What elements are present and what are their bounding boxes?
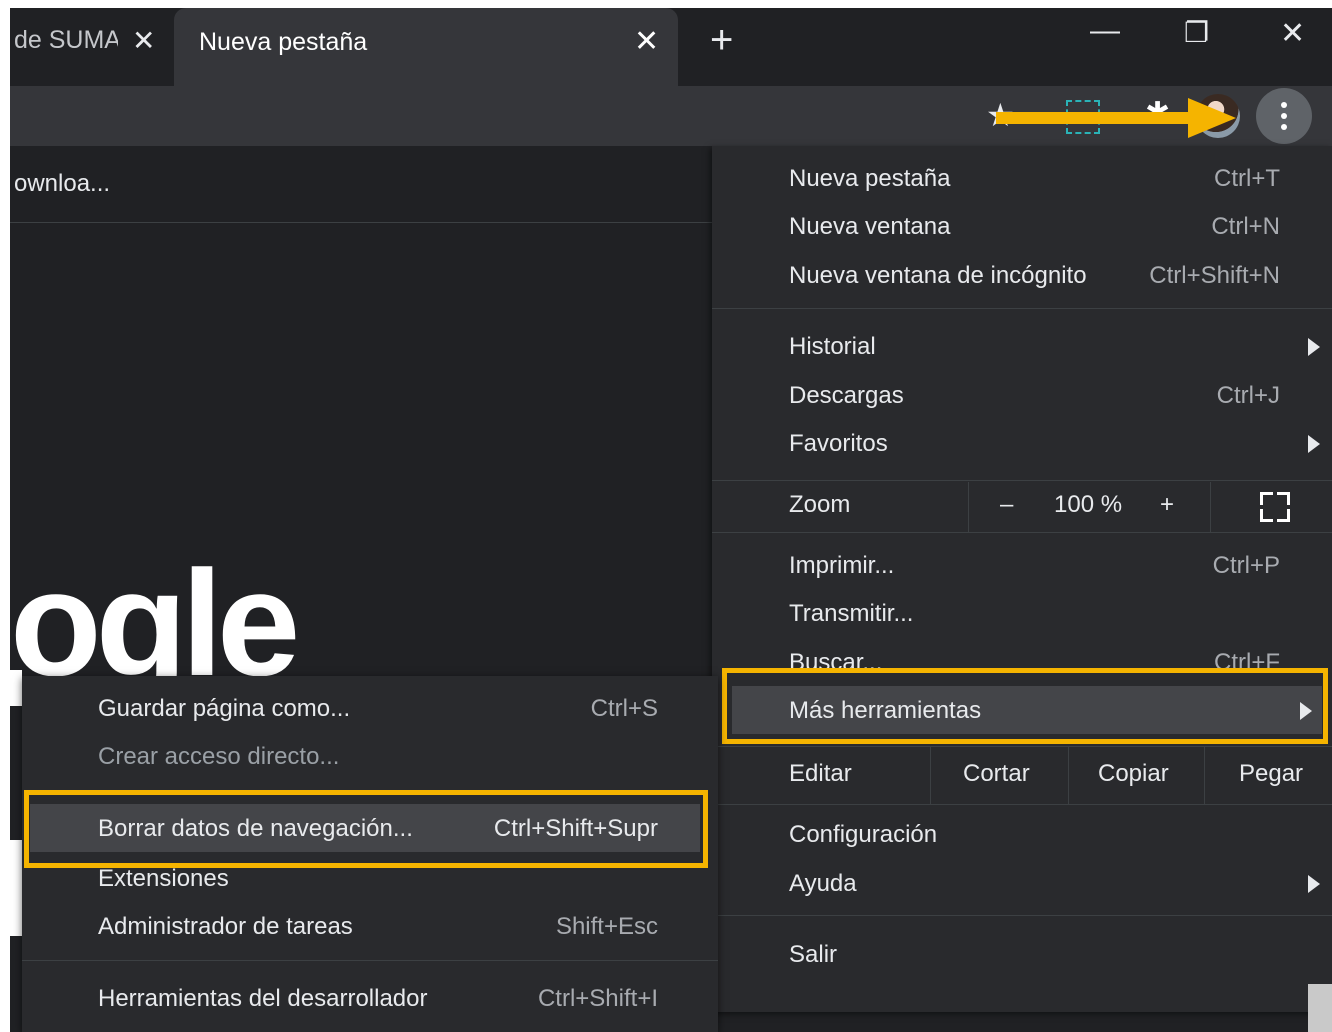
annotation-arrow-icon <box>996 98 1236 138</box>
menu-item-shortcut: Ctrl+J <box>1216 382 1280 409</box>
menu-item-shortcut: Ctrl+T <box>1214 165 1280 192</box>
submenu-item-label: Guardar página como... <box>98 695 351 722</box>
zoom-label: Zoom <box>789 491 851 518</box>
submenu-arrow-icon <box>1308 875 1320 893</box>
minimize-icon[interactable]: — <box>1090 14 1120 48</box>
menu-item-label: Descargas <box>789 382 904 409</box>
tabstrip-top-edge <box>10 0 1332 8</box>
bookmark-item[interactable]: ownloa... <box>14 170 110 198</box>
copy-button[interactable]: Copiar <box>1098 760 1169 788</box>
zoom-out-button[interactable]: – <box>1000 491 1013 519</box>
menu-item-new-tab[interactable]: Nueva pestaña Ctrl+T <box>712 156 1332 204</box>
paste-button[interactable]: Pegar <box>1239 760 1303 788</box>
menu-item-label: Nueva ventana <box>789 213 951 240</box>
menu-divider <box>712 480 1332 481</box>
menu-item-shortcut: Ctrl+Shift+N <box>1149 262 1280 289</box>
menu-item-label: Nueva pestaña <box>789 165 951 192</box>
submenu-item-task-manager[interactable]: Administrador de tareas Shift+Esc <box>22 904 718 952</box>
menu-item-label: Ayuda <box>789 870 857 897</box>
submenu-item-shortcut: Shift+Esc <box>555 913 658 940</box>
close-icon[interactable]: ✕ <box>634 24 659 59</box>
menu-divider <box>712 804 1332 805</box>
edit-label: Editar <box>789 760 852 787</box>
submenu-item-label: Extensiones <box>98 865 229 892</box>
submenu-item-developer-tools[interactable]: Herramientas del desarrollador Ctrl+Shif… <box>22 976 718 1024</box>
menu-divider <box>712 532 1332 533</box>
menu-item-bookmarks[interactable]: Favoritos <box>712 421 1332 469</box>
menu-item-shortcut: Ctrl+N <box>1211 213 1280 240</box>
submenu-item-extensions[interactable]: Extensiones <box>22 856 718 904</box>
restore-icon[interactable]: ❐ <box>1184 16 1209 49</box>
bookmarks-bar: ownloa... <box>10 146 712 223</box>
menu-item-settings[interactable]: Configuración <box>712 812 1332 860</box>
menu-item-new-window[interactable]: Nueva ventana Ctrl+N <box>712 204 1332 252</box>
menu-lower-section: Editar Cortar Copiar Pegar Configuración… <box>712 746 1332 1012</box>
submenu-divider <box>22 960 718 961</box>
menu-divider <box>712 308 1332 309</box>
tab-inactive[interactable]: de SUMA ✕ <box>10 8 170 76</box>
cut-button[interactable]: Cortar <box>963 760 1030 788</box>
submenu-item-save-page[interactable]: Guardar página como... Ctrl+S <box>22 686 718 734</box>
zoom-level: 100 % <box>1054 491 1123 518</box>
submenu-item-label: Herramientas del desarrollador <box>98 985 428 1012</box>
submenu-item-label: Administrador de tareas <box>98 913 353 940</box>
menu-item-label: Historial <box>789 333 876 360</box>
menu-item-shortcut: Ctrl+P <box>1212 552 1280 579</box>
submenu-arrow-icon <box>1308 338 1320 356</box>
menu-item-print[interactable]: Imprimir... Ctrl+P <box>712 543 1332 591</box>
menu-item-label: Nueva ventana de incógnito <box>789 262 1087 289</box>
zoom-in-button[interactable]: + <box>1160 491 1174 519</box>
tab-title: de SUMA <box>14 26 118 54</box>
annotation-highlight-box <box>722 668 1328 744</box>
fullscreen-icon[interactable] <box>1260 492 1290 522</box>
window-close-icon[interactable]: ✕ <box>1280 16 1305 51</box>
menu-kebab-icon[interactable] <box>1256 88 1312 144</box>
menu-item-find[interactable]: Buscar... Ctrl+F <box>712 640 1332 670</box>
new-tab-button[interactable]: + <box>710 20 733 60</box>
submenu-item-label: Crear acceso directo... <box>98 743 340 770</box>
close-icon[interactable]: ✕ <box>132 24 155 57</box>
menu-item-label: Favoritos <box>789 430 888 457</box>
menu-item-cast[interactable]: Transmitir... <box>712 591 1332 639</box>
menu-item-incognito[interactable]: Nueva ventana de incógnito Ctrl+Shift+N <box>712 253 1332 301</box>
menu-item-history[interactable]: Historial <box>712 324 1332 372</box>
submenu-arrow-icon <box>1308 435 1320 453</box>
tab-title: Nueva pestaña <box>199 28 368 56</box>
scrollbar[interactable] <box>1308 984 1332 1032</box>
submenu-item-shortcut: Ctrl+Shift+I <box>537 985 658 1012</box>
submenu-item-shortcut: Ctrl+S <box>590 695 658 722</box>
tab-active[interactable]: Nueva pestaña ✕ <box>174 8 678 88</box>
submenu-item-create-shortcut: Crear acceso directo... <box>22 734 718 782</box>
menu-item-label: Buscar... <box>789 649 883 670</box>
menu-item-help[interactable]: Ayuda <box>712 861 1332 909</box>
page-fragment <box>10 670 22 706</box>
menu-item-label: Salir <box>789 941 838 968</box>
menu-item-exit[interactable]: Salir <box>712 932 1332 980</box>
zoom-row: Zoom – 100 % + <box>712 482 1332 532</box>
menu-item-label: Transmitir... <box>789 600 914 627</box>
menu-divider <box>712 915 1332 916</box>
menu-item-shortcut: Ctrl+F <box>1214 649 1280 670</box>
edit-row: Editar Cortar Copiar Pegar <box>712 746 1332 804</box>
menu-item-label: Configuración <box>789 821 938 848</box>
menu-item-downloads[interactable]: Descargas Ctrl+J <box>712 373 1332 421</box>
menu-item-label: Imprimir... <box>789 552 895 579</box>
